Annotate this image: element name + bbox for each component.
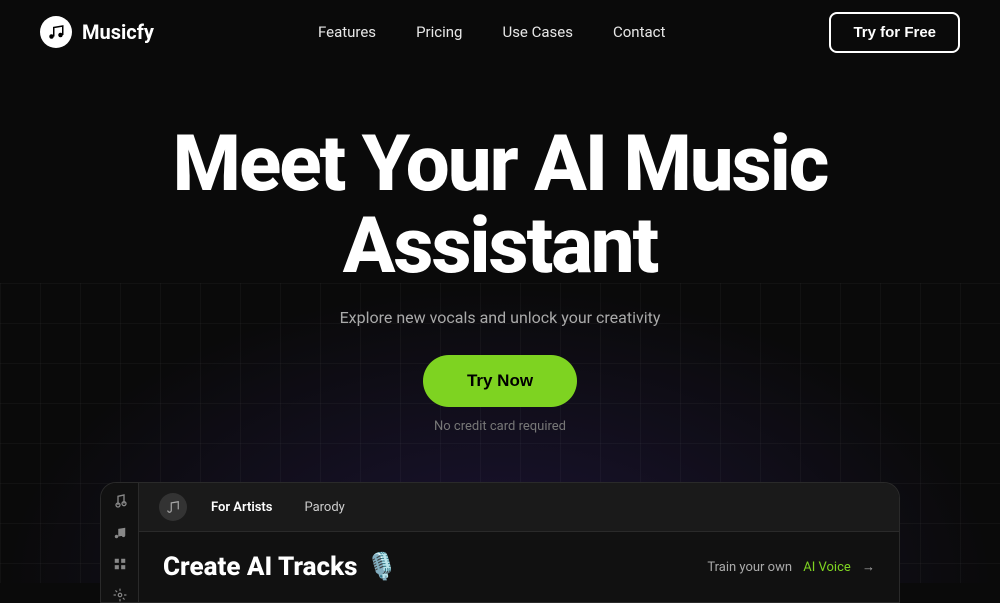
hero-title: Meet Your AI Music Assistant <box>173 124 828 288</box>
nav-pricing[interactable]: Pricing <box>416 23 462 41</box>
logo-text: Musicfy <box>82 20 154 44</box>
nav-contact[interactable]: Contact <box>613 23 665 41</box>
nav-use-cases[interactable]: Use Cases <box>502 23 573 41</box>
navbar: Musicfy Features Pricing Use Cases Conta… <box>0 0 1000 64</box>
hero-section: Meet Your AI Music Assistant Explore new… <box>0 64 1000 434</box>
no-credit-text: No credit card required <box>434 419 566 434</box>
logo-icon <box>40 16 72 48</box>
app-content-title: Create AI Tracks 🎙️ <box>163 552 398 582</box>
tab-parody[interactable]: Parody <box>296 496 352 519</box>
nav-links: Features Pricing Use Cases Contact <box>318 23 665 41</box>
hero-subtitle: Explore new vocals and unlock your creat… <box>340 308 661 327</box>
try-free-button[interactable]: Try for Free <box>829 12 960 53</box>
train-voice-highlight: AI Voice <box>803 560 851 575</box>
app-preview: For Artists Parody Create AI Tracks 🎙️ T… <box>100 482 900 603</box>
sidebar-note-icon[interactable] <box>108 525 132 540</box>
try-now-button[interactable]: Try Now <box>423 355 577 407</box>
sidebar-music-icon[interactable] <box>108 493 132 509</box>
train-voice-label: Train your own <box>707 560 792 575</box>
app-tabbar: For Artists Parody <box>139 483 899 532</box>
microphone-emoji: 🎙️ <box>365 552 397 582</box>
app-content-area: Create AI Tracks 🎙️ Train your own AI Vo… <box>139 532 899 602</box>
train-voice-link[interactable]: Train your own AI Voice → <box>707 559 875 575</box>
app-sidebar <box>101 483 139 602</box>
app-logo-icon <box>159 493 187 521</box>
sidebar-extra-icon[interactable] <box>108 587 132 602</box>
sidebar-grid-icon[interactable] <box>108 556 132 571</box>
nav-features[interactable]: Features <box>318 23 376 41</box>
logo-area: Musicfy <box>40 16 154 48</box>
arrow-icon: → <box>862 559 875 575</box>
tab-for-artists[interactable]: For Artists <box>203 496 280 519</box>
